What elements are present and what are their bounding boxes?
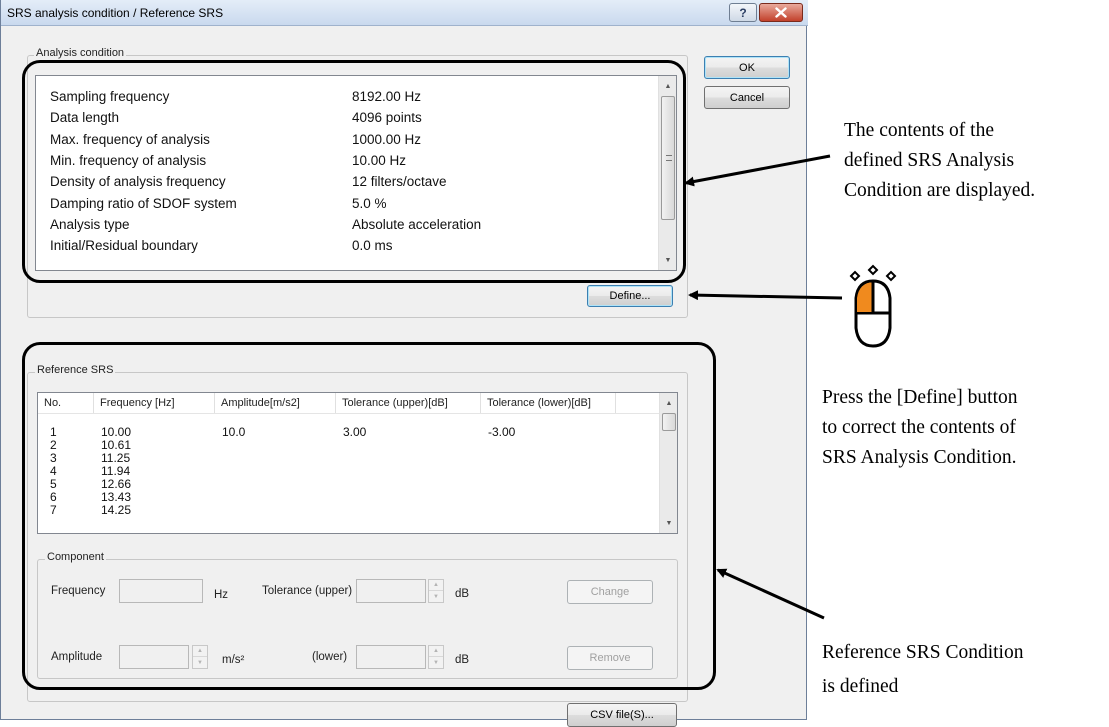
callout-arrows [684, 154, 897, 620]
annotation-line: to correct the contents of [822, 417, 1016, 438]
define-arrow [688, 290, 843, 301]
reference-annotation: Reference SRS Condition is defined [822, 636, 1023, 704]
annotation-line: Press the [Define] button [822, 387, 1018, 408]
mouse-click-icon [849, 264, 897, 348]
annotation-line: defined SRS Analysis [844, 150, 1015, 171]
define-annotation: Press the [Define] button to correct the… [822, 383, 1018, 473]
annotation-line: Condition are displayed. [844, 180, 1036, 201]
annotation-line: Reference SRS Condition [822, 642, 1024, 663]
analysis-annotation: The contents of the defined SRS Analysis… [844, 116, 1035, 206]
reference-arrow [716, 568, 825, 620]
annotation-line: The contents of the [844, 120, 994, 141]
annotation-line: is defined [822, 676, 899, 697]
annotation-line: SRS Analysis Condition. [822, 447, 1017, 468]
analysis-arrow [684, 154, 831, 187]
